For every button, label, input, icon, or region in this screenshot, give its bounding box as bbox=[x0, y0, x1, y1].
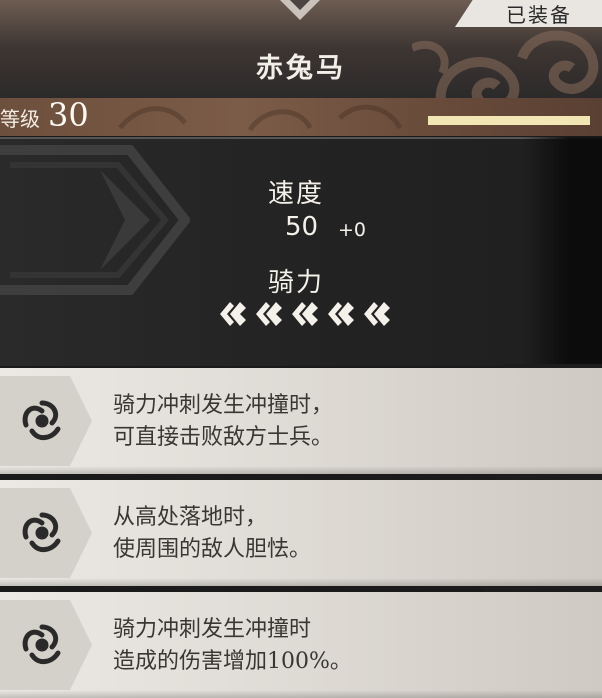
riding-chevron-icon bbox=[364, 302, 390, 326]
skill-line-2: 使周围的敌人胆怯。 bbox=[113, 537, 312, 562]
skill-line-2: 可直接击败敌方士兵。 bbox=[113, 425, 334, 450]
skill-row-3[interactable]: 骑力冲刺发生冲撞时 造成的伤害增加100%。 bbox=[0, 592, 602, 698]
collapse-chevron-icon[interactable] bbox=[265, 0, 335, 24]
skill-line-1: 骑力冲刺发生冲撞时， bbox=[113, 393, 334, 418]
skill-description: 骑力冲刺发生冲撞时 造成的伤害增加100%。 bbox=[113, 614, 352, 678]
equipped-badge: 已装备 bbox=[455, 0, 602, 27]
riding-chevron-icon bbox=[292, 302, 318, 326]
speed-bonus: +0 bbox=[338, 219, 367, 241]
riding-rating bbox=[218, 300, 392, 328]
skill-row-2[interactable]: 从高处落地时， 使周围的敌人胆怯。 bbox=[0, 480, 602, 586]
skill-line-1: 骑力冲刺发生冲撞时 bbox=[113, 617, 312, 642]
speed-label: 速度 bbox=[268, 179, 325, 209]
level-progress-fill bbox=[428, 116, 590, 125]
skill-line-2: 造成的伤害增加100%。 bbox=[113, 649, 352, 674]
skill-description: 从高处落地时， 使周围的敌人胆怯。 bbox=[113, 502, 311, 566]
speed-value: 50 bbox=[285, 212, 319, 242]
skill-line-1: 从高处落地时， bbox=[113, 505, 268, 530]
riding-chevron-icon bbox=[328, 302, 354, 326]
level-label: 等级 bbox=[0, 107, 40, 131]
mount-name-title: 赤兔马 bbox=[256, 53, 346, 84]
header: 已装备 赤兔马 bbox=[0, 0, 602, 98]
riding-label: 骑力 bbox=[268, 268, 325, 298]
frame-decoration-icon bbox=[0, 145, 190, 295]
skill-row-1[interactable]: 骑力冲刺发生冲撞时， 可直接击败敌方士兵。 bbox=[0, 368, 602, 474]
riding-chevron-icon bbox=[220, 302, 246, 326]
swirl-icon bbox=[0, 600, 92, 690]
level-progress-bar bbox=[428, 116, 590, 125]
skill-description: 骑力冲刺发生冲撞时， 可直接击败敌方士兵。 bbox=[113, 390, 333, 454]
swirl-icon bbox=[0, 376, 92, 466]
riding-chevron-icon bbox=[256, 302, 282, 326]
swirl-icon bbox=[0, 488, 92, 578]
level-value: 30 bbox=[48, 96, 89, 134]
